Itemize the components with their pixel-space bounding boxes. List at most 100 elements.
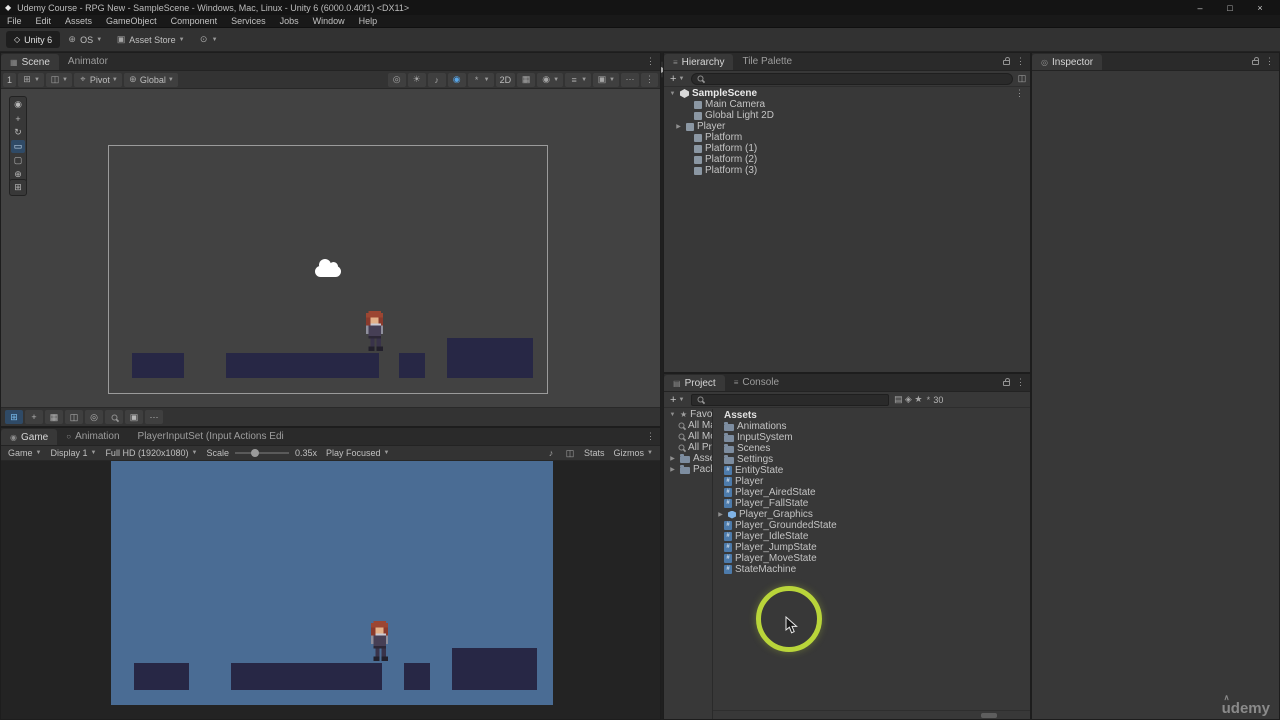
menu-gameobject[interactable]: GameObject bbox=[99, 15, 164, 28]
effects-dropdown[interactable]: * ▼ bbox=[467, 72, 494, 87]
platform-sprite[interactable] bbox=[226, 353, 379, 378]
move-tool-button[interactable]: + bbox=[11, 112, 25, 125]
project-menu-icon[interactable]: ⋮ bbox=[1016, 377, 1025, 388]
project-item-player[interactable]: # Player bbox=[714, 476, 1030, 487]
project-item-animations[interactable]: Animations bbox=[714, 421, 1030, 432]
project-item-player-fallstate[interactable]: # Player_FallState bbox=[714, 498, 1030, 509]
rotate-tool-button[interactable]: ↻ bbox=[11, 126, 25, 139]
view-tool-button[interactable]: ◉ bbox=[11, 98, 25, 111]
filter-dropdown[interactable]: ≡ ▼ bbox=[565, 72, 592, 87]
packages-root-folder[interactable]: ▶ Packages bbox=[664, 464, 712, 475]
lock-icon[interactable] bbox=[1252, 57, 1259, 65]
lock-icon[interactable] bbox=[1003, 57, 1010, 65]
gizmos-dropdown[interactable]: Gizmos ▼ bbox=[611, 448, 656, 458]
project-item-player-jumpstate[interactable]: # Player_JumpState bbox=[714, 542, 1030, 553]
save-search-icon[interactable]: ★ bbox=[913, 394, 923, 405]
rect-tool-button[interactable]: ▢ bbox=[11, 154, 25, 167]
grid-visibility-button[interactable]: ▦ bbox=[517, 72, 536, 87]
visibility-dropdown[interactable]: ◉ ▼ bbox=[537, 72, 564, 87]
hierarchy-item-platform[interactable]: Platform bbox=[664, 132, 1030, 143]
scrollbar-handle[interactable] bbox=[981, 713, 997, 718]
expand-icon[interactable]: ▶ bbox=[716, 511, 725, 518]
project-item-inputsystem[interactable]: InputSystem bbox=[714, 432, 1030, 443]
menu-component[interactable]: Component bbox=[164, 15, 225, 28]
inspector-menu-icon[interactable]: ⋮ bbox=[1265, 56, 1274, 67]
tab-tile-palette[interactable]: Tile Palette bbox=[733, 53, 801, 70]
frame-center-button[interactable]: ◎ bbox=[387, 72, 406, 87]
favorites-root[interactable]: ▼ ★ Favorites bbox=[664, 409, 712, 420]
favorite-all-materials[interactable]: All Materials bbox=[664, 420, 712, 431]
hierarchy-item-platform-1[interactable]: Platform (1) bbox=[664, 143, 1030, 154]
global-dropdown[interactable]: ⊕ Global ▼ bbox=[123, 72, 178, 87]
tab-player-input-set[interactable]: PlayerInputSet (Input Actions Edi bbox=[129, 428, 293, 445]
services-dropdown[interactable]: ⊙ ▼ bbox=[192, 31, 225, 48]
tab-console[interactable]: ≡ Console bbox=[725, 374, 788, 391]
tab-hierarchy[interactable]: ≡ Hierarchy bbox=[664, 54, 734, 70]
project-item-scenes[interactable]: Scenes bbox=[714, 443, 1030, 454]
tab-game[interactable]: ◉ Game bbox=[1, 429, 58, 445]
assets-root-folder[interactable]: ▶ Assets bbox=[664, 453, 712, 464]
hierarchy-item-main-camera[interactable]: Main Camera bbox=[664, 99, 1030, 110]
menu-services[interactable]: Services bbox=[224, 15, 273, 28]
snap-search-button[interactable] bbox=[105, 410, 123, 424]
minimize-button[interactable]: – bbox=[1185, 0, 1215, 15]
menu-file[interactable]: File bbox=[0, 15, 29, 28]
close-button[interactable]: × bbox=[1245, 0, 1275, 15]
game-panel-menu-icon[interactable]: ⋮ bbox=[646, 431, 655, 442]
stats-toggle[interactable]: Stats bbox=[581, 448, 608, 458]
tool-context-badge[interactable]: 1 bbox=[3, 72, 16, 87]
expand-icon[interactable]: ▶ bbox=[674, 123, 683, 130]
hierarchy-scene-root[interactable]: ▼ SampleScene ⋮ bbox=[664, 88, 1030, 99]
vsync-toggle[interactable]: ◫ bbox=[562, 448, 578, 459]
tab-scene[interactable]: ▦ Scene bbox=[1, 54, 59, 70]
collapse-icon[interactable]: ▼ bbox=[668, 91, 677, 97]
snap-move-button[interactable]: ⊞ bbox=[5, 410, 23, 424]
menu-assets[interactable]: Assets bbox=[58, 15, 99, 28]
project-item-player-idlestate[interactable]: # Player_IdleState bbox=[714, 531, 1030, 542]
cloud-sprite[interactable] bbox=[315, 259, 341, 277]
display-dropdown[interactable]: Display 1 ▼ bbox=[47, 448, 99, 458]
expand-icon[interactable]: ▶ bbox=[668, 455, 677, 462]
scene-effects-toggle[interactable]: ◉ bbox=[447, 72, 466, 87]
snap-rotation-button[interactable]: ◎ bbox=[85, 410, 103, 424]
platform-sprite[interactable] bbox=[399, 353, 425, 378]
scale-slider[interactable] bbox=[234, 449, 289, 457]
hierarchy-search-input[interactable] bbox=[708, 73, 1007, 84]
snap-grid-button[interactable]: + bbox=[25, 410, 43, 424]
favorite-all-models[interactable]: All Models bbox=[664, 431, 712, 442]
hierarchy-menu-icon[interactable]: ⋮ bbox=[1016, 56, 1025, 67]
project-item-statemachine[interactable]: # StateMachine bbox=[714, 564, 1030, 575]
unity-version-badge[interactable]: ◇ Unity 6 bbox=[6, 31, 61, 48]
tab-animator[interactable]: Animator bbox=[59, 53, 117, 70]
snap-surface-button[interactable]: ◫ bbox=[65, 410, 83, 424]
asset-store-dropdown[interactable]: ▣ Asset Store ▼ bbox=[109, 31, 191, 48]
scene-lighting-toggle[interactable]: ☀ bbox=[407, 72, 426, 87]
project-item-settings[interactable]: Settings bbox=[714, 454, 1030, 465]
scene-panel-menu-icon[interactable]: ⋮ bbox=[646, 56, 655, 67]
menu-edit[interactable]: Edit bbox=[29, 15, 59, 28]
project-horizontal-scrollbar[interactable] bbox=[713, 710, 1030, 719]
pivot-dropdown[interactable]: ⌖ Pivot ▼ bbox=[73, 72, 122, 87]
snap-settings-button[interactable]: ◫ ▼ bbox=[45, 72, 72, 87]
more-tools-button[interactable]: ⋯ bbox=[621, 72, 639, 87]
tab-animation[interactable]: ○ Animation bbox=[57, 428, 128, 445]
focus-mode-dropdown[interactable]: Play Focused ▼ bbox=[323, 448, 392, 458]
project-item-player-movestate[interactable]: # Player_MoveState bbox=[714, 553, 1030, 564]
create-object-button[interactable]: + ▼ bbox=[667, 73, 687, 85]
project-search-input[interactable] bbox=[708, 394, 884, 405]
platform-sprite[interactable] bbox=[132, 353, 184, 378]
player-sprite[interactable] bbox=[362, 311, 385, 353]
resolution-dropdown[interactable]: Full HD (1920x1080) ▼ bbox=[102, 448, 200, 458]
lock-icon[interactable] bbox=[1003, 378, 1010, 386]
game-mode-dropdown[interactable]: Game ▼ bbox=[5, 448, 44, 458]
menu-window[interactable]: Window bbox=[306, 15, 352, 28]
grid-settings-button[interactable]: ⊞ ▼ bbox=[18, 72, 44, 87]
project-item-player-graphics[interactable]: ▶ Player_Graphics bbox=[714, 509, 1030, 520]
scene-options-icon[interactable]: ⋮ bbox=[1015, 88, 1024, 99]
snap-camera-button[interactable]: ▣ bbox=[125, 410, 143, 424]
platform-os-dropdown[interactable]: ⊕ OS ▼ bbox=[60, 31, 109, 48]
scale-tool-button[interactable]: ▭ bbox=[11, 140, 25, 153]
search-by-label-icon[interactable]: ◈ bbox=[903, 394, 913, 405]
tab-project[interactable]: ▤ Project bbox=[664, 375, 725, 391]
maximize-button[interactable]: □ bbox=[1215, 0, 1245, 15]
